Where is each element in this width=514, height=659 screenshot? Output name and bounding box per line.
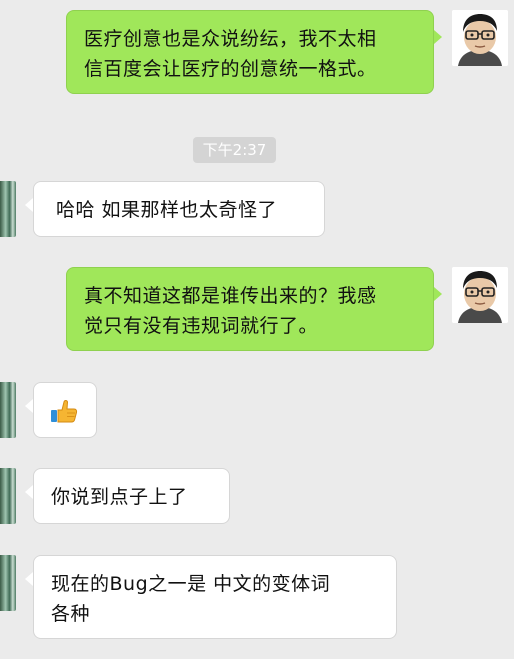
message-bubble-incoming[interactable]: 你说到点子上了 bbox=[33, 468, 230, 524]
self-avatar[interactable] bbox=[452, 267, 508, 323]
cartoon-man-avatar-icon bbox=[452, 267, 508, 323]
bubble-tail bbox=[25, 485, 33, 499]
bubble-tail bbox=[25, 399, 33, 413]
message-line: 现在的Bug之一是 中文的变体词 bbox=[51, 573, 331, 595]
message-line: 真不知道这都是谁传出来的？我感 bbox=[84, 285, 377, 307]
message-line: 医疗创意也是众说纷纭，我不太相 bbox=[84, 28, 377, 50]
contact-avatar[interactable] bbox=[0, 382, 16, 438]
message-line: 哈哈 如果那样也太奇怪了 bbox=[56, 199, 278, 221]
message-line: 信百度会让医疗的创意统一格式。 bbox=[84, 58, 377, 80]
message-bubble-incoming[interactable] bbox=[33, 382, 97, 438]
timestamp-label: 下午2:37 bbox=[193, 137, 276, 163]
self-avatar[interactable] bbox=[452, 10, 508, 66]
message-bubble-incoming[interactable]: 哈哈 如果那样也太奇怪了 bbox=[33, 181, 325, 237]
thumbs-up-icon bbox=[51, 400, 78, 423]
message-bubble-outgoing[interactable]: 真不知道这都是谁传出来的？我感 觉只有没有违规词就行了。 bbox=[66, 267, 434, 351]
message-bubble-incoming[interactable]: 现在的Bug之一是 中文的变体词 各种 bbox=[33, 555, 397, 639]
cartoon-man-avatar-icon bbox=[452, 10, 508, 66]
message-bubble-outgoing[interactable]: 医疗创意也是众说纷纭，我不太相 信百度会让医疗的创意统一格式。 bbox=[66, 10, 434, 94]
message-line: 觉只有没有违规词就行了。 bbox=[84, 315, 319, 337]
bubble-tail bbox=[25, 572, 33, 586]
message-line: 你说到点子上了 bbox=[51, 486, 188, 508]
message-line: 各种 bbox=[51, 603, 91, 625]
bubble-tail bbox=[434, 30, 442, 44]
contact-avatar[interactable] bbox=[0, 468, 16, 524]
contact-avatar[interactable] bbox=[0, 181, 16, 237]
bubble-tail bbox=[25, 198, 33, 212]
bubble-tail bbox=[434, 287, 442, 301]
contact-avatar[interactable] bbox=[0, 555, 16, 611]
